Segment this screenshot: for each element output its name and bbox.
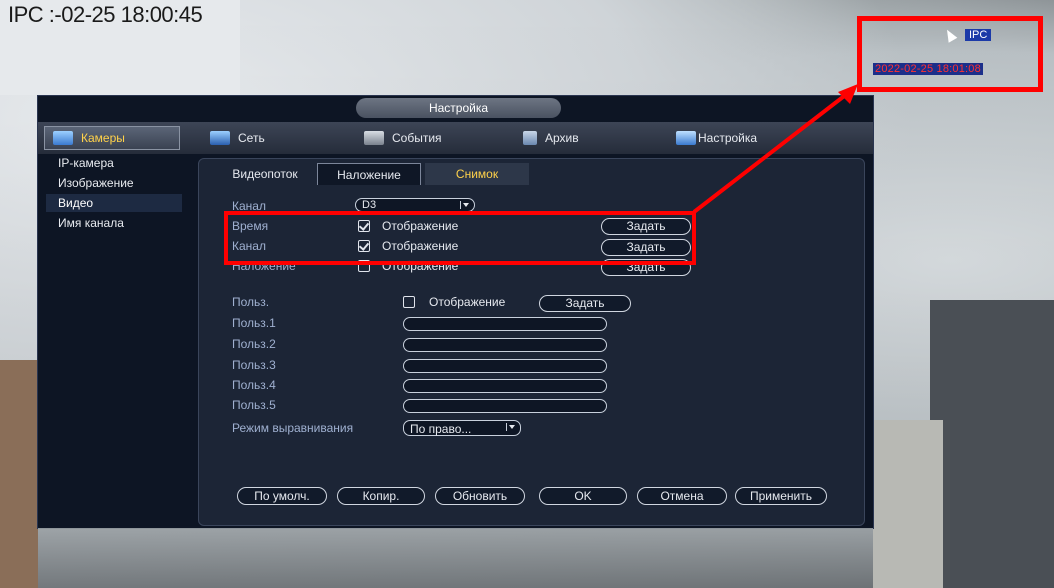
nav-archive[interactable]: Архив (523, 126, 579, 150)
tab-snapshot[interactable]: Снимок (425, 163, 529, 185)
archive-icon (523, 131, 537, 145)
highlight-rectangle (224, 211, 696, 265)
refresh-button[interactable]: Обновить (435, 487, 525, 505)
settings-dialog: Настройка Камеры Сеть События Архив Наст… (38, 96, 873, 528)
network-icon (210, 131, 230, 145)
copy-button[interactable]: Копир. (337, 487, 425, 505)
events-icon (364, 131, 384, 145)
apply-button[interactable]: Применить (735, 487, 827, 505)
nav-network[interactable]: Сеть (210, 126, 265, 150)
user-display-label: Отображение (429, 295, 506, 309)
user1-field[interactable] (403, 317, 607, 331)
chevron-down-icon (506, 423, 517, 431)
left-object (0, 360, 38, 588)
user5-label: Польз.5 (232, 398, 276, 412)
tab-video-stream[interactable]: Видеопоток (217, 163, 313, 185)
user4-field[interactable] (403, 379, 607, 393)
ok-button[interactable]: OK (539, 487, 627, 505)
nav-settings[interactable]: Настройка (676, 126, 757, 150)
cancel-button[interactable]: Отмена (637, 487, 727, 505)
align-mode-select[interactable]: По право... (403, 420, 521, 436)
sidebar-item-image[interactable]: Изображение (46, 174, 182, 192)
nav-settings-label: Настройка (698, 131, 758, 145)
camera-icon (53, 131, 73, 145)
default-button[interactable]: По умолч. (237, 487, 327, 505)
channel-select[interactable]: D3 (355, 198, 475, 212)
user3-label: Польз.3 (232, 358, 276, 372)
user5-field[interactable] (403, 399, 607, 413)
sidebar-item-ip-camera[interactable]: IP-камера (46, 154, 182, 172)
inset-channel-name: IPC (965, 29, 992, 41)
nav-events-label: События (392, 131, 442, 145)
tab-overlay[interactable]: Наложение (317, 163, 421, 185)
chevron-down-icon (460, 201, 471, 209)
sidebar: IP-камера Изображение Видео Имя канала (38, 154, 184, 528)
user2-label: Польз.2 (232, 337, 276, 351)
user-label: Польз. (232, 295, 270, 309)
nav-cameras[interactable]: Камеры (44, 126, 180, 150)
user1-label: Польз.1 (232, 316, 276, 330)
nav-cameras-label: Камеры (81, 131, 125, 145)
align-mode-value: По право... (410, 422, 472, 436)
mouse-cursor-icon (942, 27, 958, 43)
channel-select-value: D3 (362, 199, 377, 211)
nav-network-label: Сеть (238, 131, 265, 145)
background-strip (38, 528, 873, 588)
osd-preview-inset: IPC 2022-02-25 18:01:08 (857, 16, 1043, 92)
inset-time: 2022-02-25 18:01:08 (873, 63, 983, 75)
dark-object (930, 300, 1054, 588)
right-object (873, 420, 943, 588)
dialog-title: Настройка (356, 98, 561, 118)
user4-label: Польз.4 (232, 378, 276, 392)
user2-field[interactable] (403, 338, 607, 352)
top-navigation: Камеры Сеть События Архив Настройка (38, 122, 873, 154)
nav-events[interactable]: События (364, 126, 442, 150)
align-mode-label: Режим выравнивания (232, 421, 354, 435)
sidebar-item-video[interactable]: Видео (46, 194, 182, 212)
user-set-button[interactable]: Задать (539, 295, 631, 312)
nav-archive-label: Архив (545, 131, 579, 145)
user-display-checkbox[interactable] (403, 296, 415, 308)
osd-timestamp: IPC :-02-25 18:00:45 (8, 2, 203, 27)
user3-field[interactable] (403, 359, 607, 373)
sidebar-item-channel-name[interactable]: Имя канала (46, 214, 182, 232)
settings-icon (676, 131, 696, 145)
